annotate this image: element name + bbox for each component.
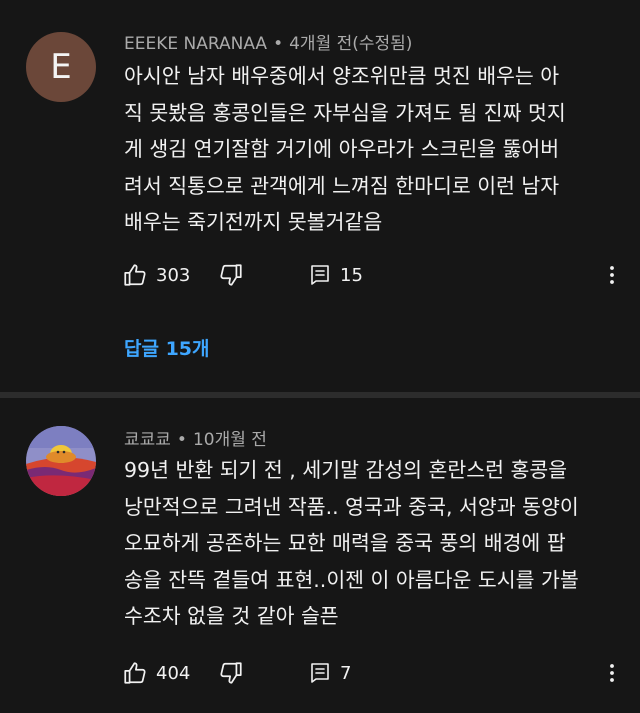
comment-text: 99년 반환 되기 전 , 세기말 감성의 혼란스런 홍콩을 낭만적으로 그려낸… (124, 452, 624, 635)
like-button[interactable]: 303 (122, 258, 190, 292)
comment-meta: 쿄쿄쿄 • 10개월 전 (124, 425, 267, 450)
avatar[interactable]: E (26, 32, 96, 102)
reply-count: 7 (340, 662, 352, 684)
thumbs-down-icon (220, 264, 242, 286)
more-options-button[interactable] (600, 258, 624, 292)
more-options-button[interactable] (600, 656, 624, 690)
comment-thread: E EEEKE NARANAA • 4개월 전(수정됨) 아시안 남자 배우중에서 … (0, 0, 640, 392)
dislike-button[interactable] (218, 258, 244, 292)
thumbs-up-icon (124, 264, 146, 286)
more-vert-icon (610, 266, 614, 284)
comment-text-line: 배우는 죽기전까지 못볼거같음 (124, 210, 383, 234)
comment-time[interactable]: 4개월 전(수정됨) (289, 34, 412, 54)
thumbs-up-icon (124, 662, 146, 684)
comment-text-line: 수조차 없을 것 같아 슬픈 (124, 604, 339, 628)
comment-text-line: 송을 잔뜩 곁들여 표현..이젠 이 아름다운 도시를 가볼 (124, 567, 579, 592)
author-name[interactable]: 쿄쿄쿄 (124, 430, 171, 450)
reply-button[interactable]: 15 (308, 258, 363, 292)
comment-text-line: 려서 직통으로 관객에게 느껴짐 한마디로 이런 남자 (124, 173, 560, 198)
comment-text-line: 오묘하게 공존하는 묘한 매력을 중국 풍의 배경에 팝 (124, 531, 566, 555)
comment-text-line: 낭만적으로 그려낸 작품.. 영국과 중국, 서양과 동양이 (124, 494, 579, 519)
like-count: 303 (156, 264, 191, 286)
meta-separator: • (273, 34, 284, 54)
avatar-letter: E (50, 47, 72, 87)
comment-thread: 쿄쿄쿄 • 10개월 전 99년 반환 되기 전 , 세기말 감성의 혼란스런 홍콩… (0, 398, 640, 713)
thumbs-down-icon (220, 662, 242, 684)
comment-actions: 404 7 (122, 656, 622, 690)
dislike-button[interactable] (218, 656, 244, 690)
cartoon-avatar-image (26, 426, 96, 496)
like-button[interactable]: 404 (122, 656, 190, 690)
comment-meta: EEEKE NARANAA • 4개월 전(수정됨) (124, 29, 412, 54)
avatar[interactable] (26, 426, 96, 496)
comment-text: 아시안 남자 배우중에서 양조위만큼 멋진 배우는 아 직 못봤음 홍콩인들은 … (124, 58, 624, 241)
comment-actions: 303 15 (122, 258, 622, 292)
comment-text-line: 아시안 남자 배우중에서 양조위만큼 멋진 배우는 아 (124, 64, 560, 88)
like-count: 404 (156, 662, 191, 684)
meta-separator: • (176, 430, 187, 450)
reply-icon (311, 663, 329, 683)
comment-time[interactable]: 10개월 전 (193, 430, 267, 450)
reply-count: 15 (340, 264, 363, 286)
author-name[interactable]: EEEKE NARANAA (124, 34, 267, 54)
comment-text-line: 99년 반환 되기 전 , 세기말 감성의 혼란스런 홍콩을 (124, 458, 568, 482)
comment-text-line: 직 못봤음 홍콩인들은 자부심을 가져도 됨 진짜 멋지 (124, 100, 566, 125)
view-replies-link[interactable]: 답글 15개 (124, 334, 210, 361)
reply-button[interactable]: 7 (308, 656, 351, 690)
comments-page: E EEEKE NARANAA • 4개월 전(수정됨) 아시안 남자 배우중에서 … (0, 0, 640, 713)
comment-text-line: 게 생김 연기잘함 거기에 아우라가 스크린을 뚫어버 (124, 137, 560, 161)
reply-icon (311, 265, 329, 285)
more-vert-icon (610, 664, 614, 682)
